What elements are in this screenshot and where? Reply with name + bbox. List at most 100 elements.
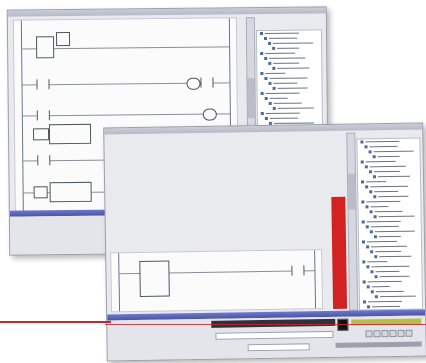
tree-node-icon	[369, 230, 373, 234]
tree-item-label	[378, 215, 415, 218]
toolbar-button-icon[interactable]	[381, 330, 389, 338]
tree-item-label	[369, 165, 406, 168]
toolbar-button-icon[interactable]	[405, 329, 413, 337]
tree-item-label	[269, 57, 306, 59]
divider-rule	[105, 324, 426, 325]
tree-node-icon	[372, 175, 377, 179]
toolbar-button-icon[interactable]	[373, 330, 381, 338]
tree-node-icon	[272, 66, 276, 70]
tree-item-label	[269, 117, 298, 119]
tree-node-icon	[365, 185, 369, 189]
tree-item-label	[374, 190, 399, 193]
tree-node-icon	[373, 195, 377, 199]
function-block-icon[interactable]	[49, 181, 92, 203]
message-field[interactable]	[215, 330, 334, 340]
tree-node-icon	[272, 86, 276, 90]
tree-node-icon	[268, 101, 272, 105]
tree-item-label	[366, 200, 401, 203]
tree-item-label	[375, 270, 400, 273]
tree-item-label	[273, 62, 300, 64]
tree-item-label	[367, 261, 388, 263]
tree-item-label	[273, 102, 302, 104]
tree-node-icon	[264, 76, 268, 80]
tree-item-label	[277, 87, 308, 89]
tree-item-label	[367, 240, 398, 243]
tree-item-label	[377, 155, 400, 158]
tree-item-label	[373, 170, 400, 173]
coil-icon[interactable]	[186, 77, 201, 90]
tree-item-label	[378, 235, 401, 238]
tree-item-label	[265, 112, 300, 114]
tree-item-label	[366, 181, 387, 183]
tree-node-icon	[272, 46, 276, 50]
coil-icon[interactable]	[202, 108, 217, 121]
right-power-rail	[314, 250, 317, 309]
window-titlebar[interactable]	[7, 7, 326, 17]
tree-node-icon	[370, 290, 374, 294]
function-block-icon[interactable]	[33, 186, 48, 199]
address-field[interactable]	[247, 343, 310, 352]
ladder-diagram[interactable]	[110, 249, 324, 313]
contact-icon[interactable]	[37, 155, 51, 166]
tree-node-icon	[264, 36, 268, 40]
function-block-icon[interactable]	[48, 123, 92, 145]
tree-node-icon	[268, 41, 272, 45]
tree-item-label	[273, 82, 298, 84]
tree-item-label	[264, 32, 299, 34]
function-block-icon[interactable]	[36, 36, 55, 59]
function-block-icon[interactable]	[32, 128, 50, 141]
contact-icon[interactable]	[36, 79, 50, 90]
tree-node-icon	[364, 165, 368, 169]
contact-icon[interactable]	[200, 77, 214, 88]
function-block-icon[interactable]	[139, 260, 170, 297]
contact-icon[interactable]	[36, 110, 50, 121]
tree-item-label	[374, 230, 415, 233]
tree-item-label	[365, 140, 400, 143]
tree-item-label	[371, 286, 390, 288]
project-tree[interactable]	[356, 137, 424, 311]
toolbar-button-icon[interactable]	[365, 330, 373, 338]
function-block-icon[interactable]	[55, 32, 71, 47]
tree-item-label	[371, 265, 410, 268]
tree-node-icon	[361, 200, 365, 204]
tree-node-icon	[260, 71, 264, 76]
rung[interactable]	[22, 113, 230, 117]
tree-item-label	[370, 225, 399, 228]
output-status-bar	[331, 196, 348, 309]
tree-item-label	[370, 185, 409, 188]
tree-item-label	[265, 92, 300, 94]
ladder-editor-window-front	[103, 122, 426, 362]
tree-node-icon	[368, 170, 372, 174]
tree-node-icon	[360, 140, 364, 144]
tree-node-icon	[268, 61, 272, 65]
tree-item-label	[379, 255, 412, 258]
divider-rule	[0, 321, 111, 323]
tree-item-label	[269, 77, 308, 79]
tree-node-icon	[264, 96, 268, 100]
tree-node-icon	[370, 250, 374, 254]
tree-item-label	[375, 250, 402, 253]
toolbar-button-icon[interactable]	[397, 329, 405, 337]
tree-item-label	[369, 145, 398, 148]
tree-node-icon	[264, 56, 268, 60]
tree-node-icon	[366, 285, 370, 289]
tree-node-icon	[272, 106, 276, 110]
tree-node-icon	[373, 215, 377, 219]
tree-node-icon	[369, 190, 373, 194]
tree-node-icon	[362, 260, 366, 264]
tree-node-icon	[372, 155, 376, 159]
tree-item-label	[379, 295, 416, 298]
tree-item-label	[367, 280, 402, 283]
contact-icon[interactable]	[291, 265, 305, 276]
info-strip	[335, 341, 422, 348]
tree-item-label	[273, 42, 314, 44]
tree-item-label	[371, 245, 408, 248]
tree-node-icon	[260, 111, 264, 116]
tree-node-icon	[368, 150, 372, 154]
toolbar-button-icon[interactable]	[389, 329, 397, 338]
tree-node-icon	[260, 51, 264, 56]
tree-item[interactable]	[360, 304, 422, 310]
tree-item-label	[370, 206, 389, 208]
tree-node-icon	[374, 275, 378, 279]
tree-item-label	[265, 52, 296, 54]
